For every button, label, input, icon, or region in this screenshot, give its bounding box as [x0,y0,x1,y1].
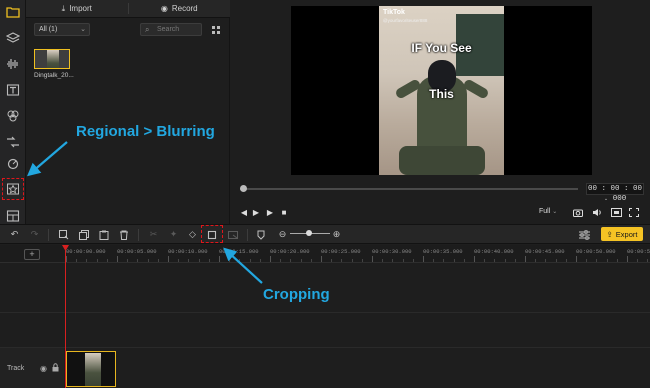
arrow-to-elements [26,141,68,177]
arrow-to-crop [223,247,263,284]
annotation-arrows [26,141,263,284]
